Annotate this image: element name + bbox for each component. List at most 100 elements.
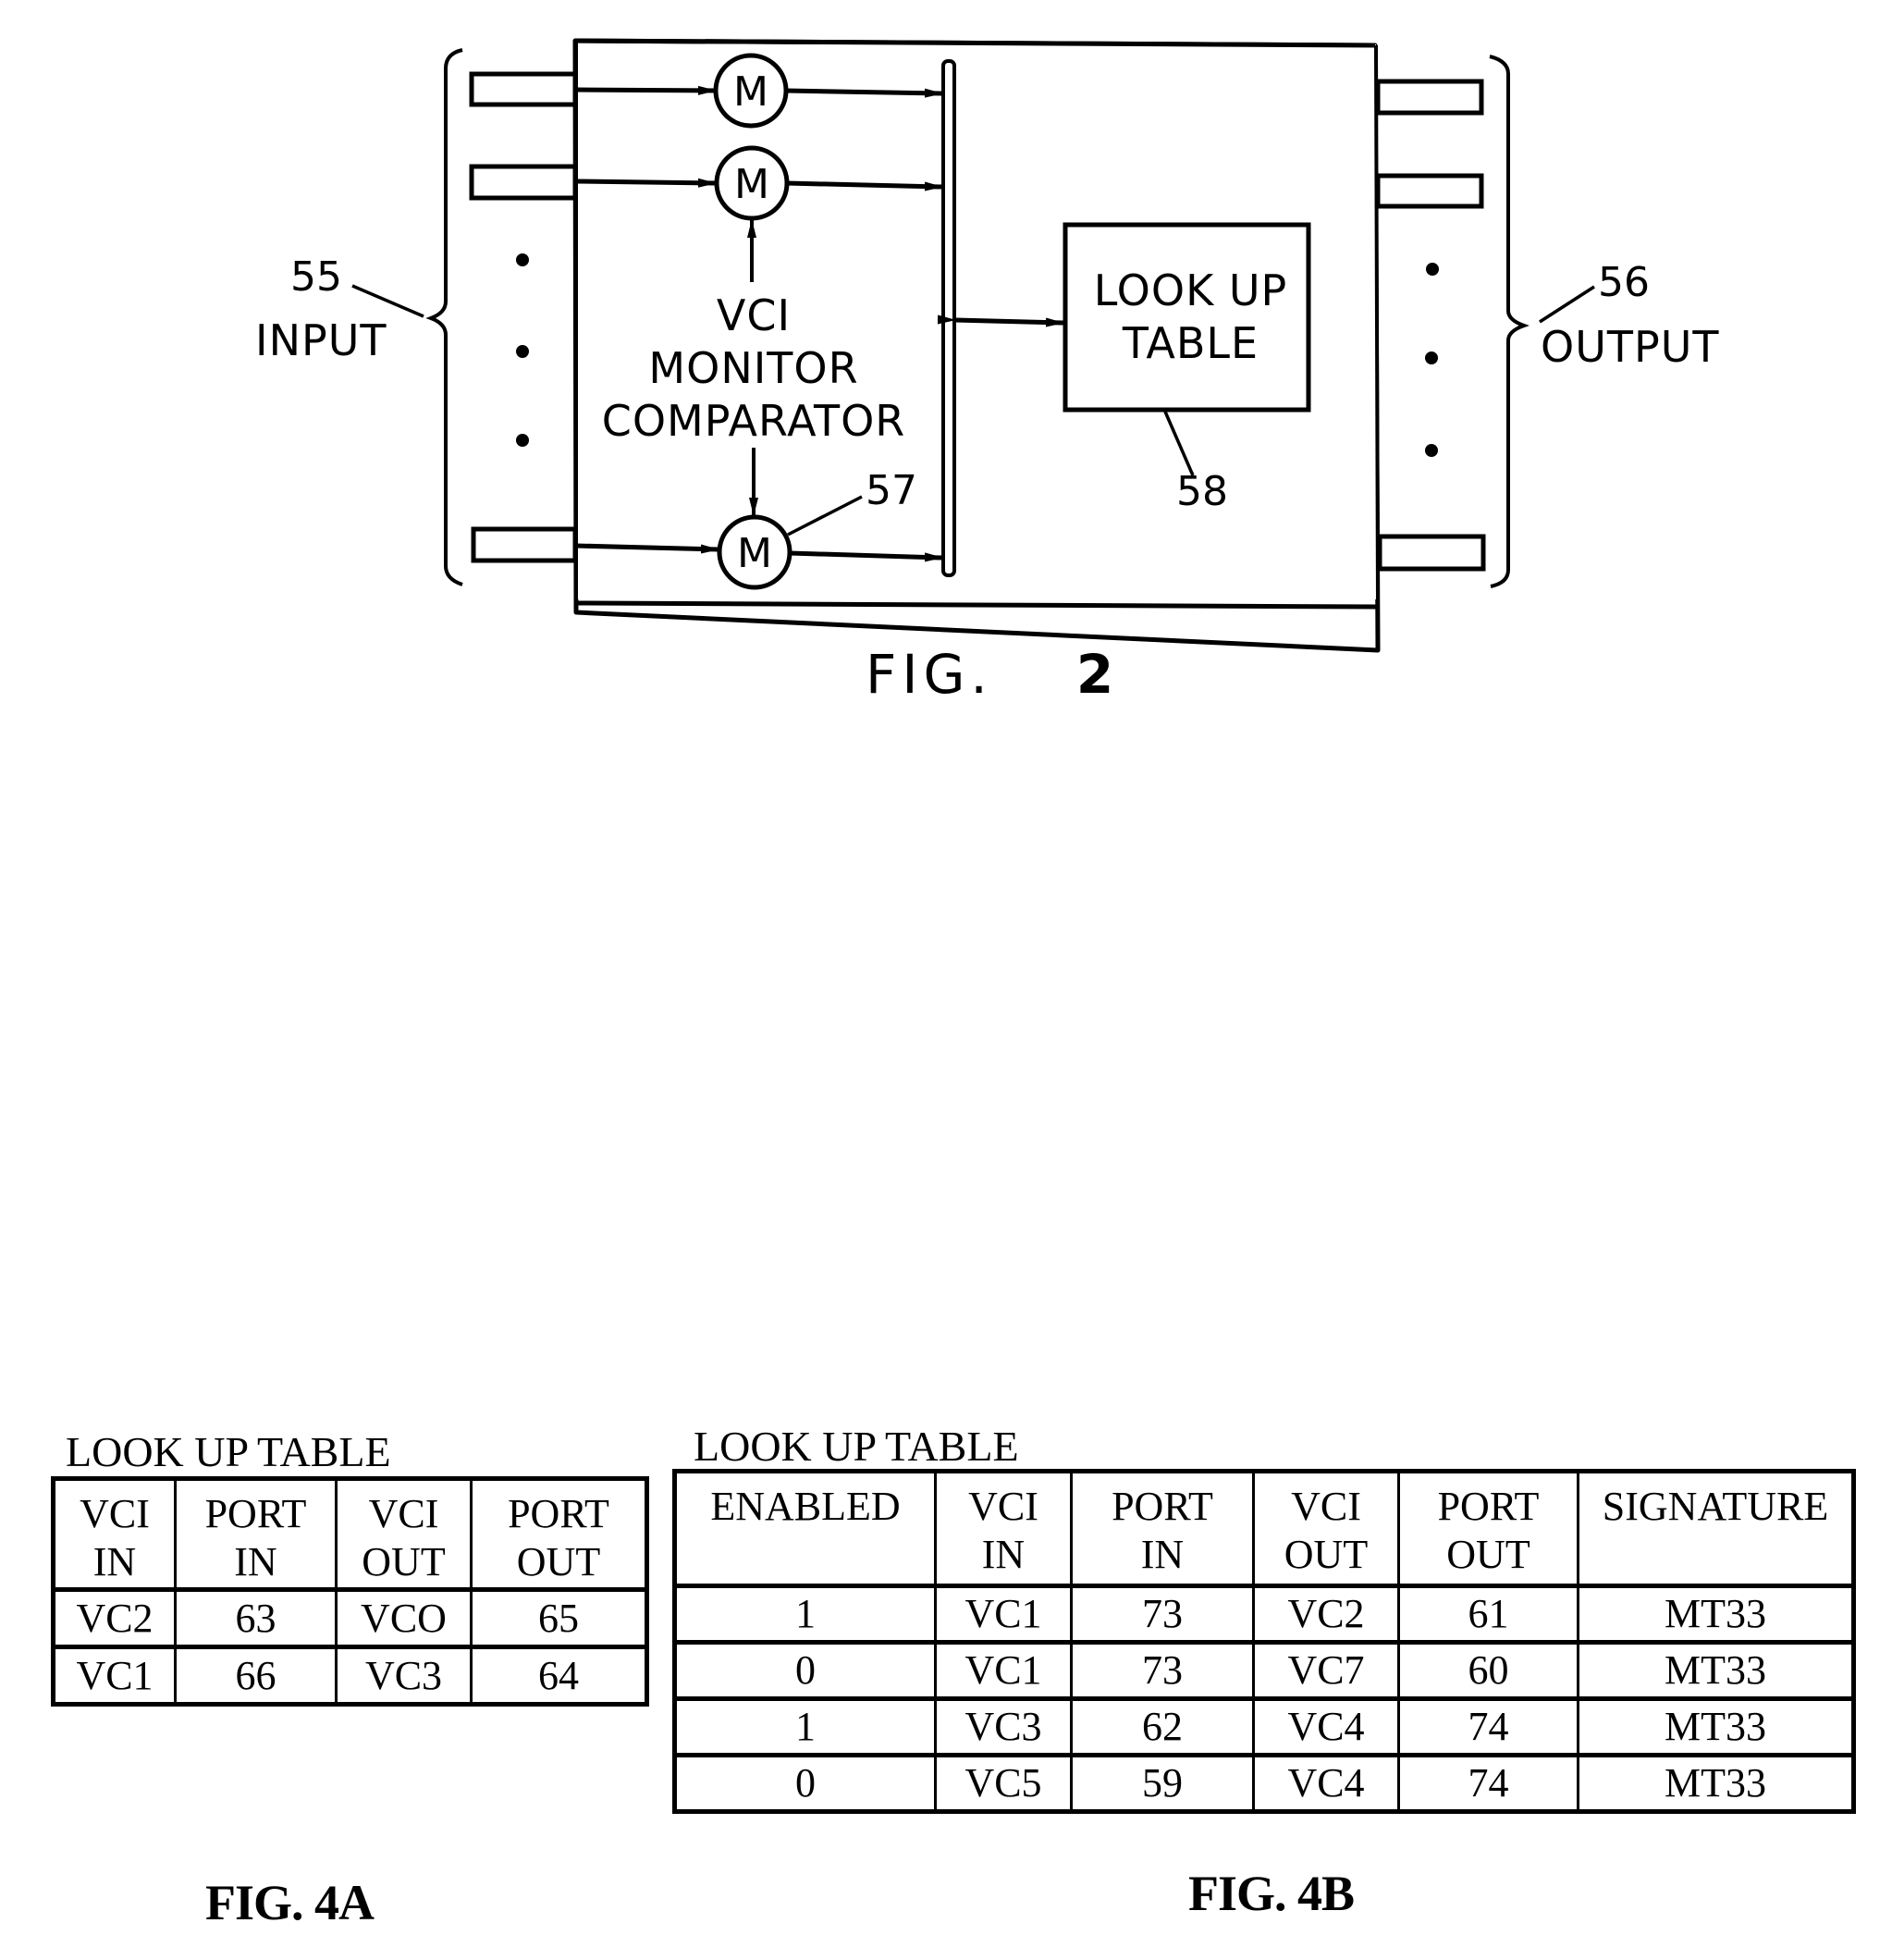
output-label: OUTPUT bbox=[1541, 322, 1720, 372]
leader-56 bbox=[1539, 285, 1595, 324]
output-ports bbox=[1375, 79, 1486, 572]
lookup-ref-number: 58 bbox=[1176, 468, 1228, 515]
table-cell: 1 bbox=[673, 1697, 937, 1757]
input-ellipsis bbox=[516, 253, 529, 447]
table-cell: MT33 bbox=[1577, 1697, 1855, 1757]
input-ref-number: 55 bbox=[290, 253, 342, 301]
switch-bus-bar bbox=[941, 59, 956, 577]
fig4b-lookup-table: ENABLED VCI IN PORT IN VCI OUT PORT OUT SIGN… bbox=[672, 1469, 1856, 1814]
column-header: VCI OUT bbox=[1252, 1470, 1400, 1587]
column-header: PORT OUT bbox=[1397, 1470, 1579, 1587]
monitor-node: M bbox=[713, 53, 789, 129]
fig4a-caption: FIG. 4A bbox=[205, 1875, 375, 1930]
table-cell: MT33 bbox=[1577, 1754, 1855, 1813]
table-cell: VC2 bbox=[1252, 1584, 1400, 1644]
table-row: 1 VC3 62 VC4 74 MT33 bbox=[673, 1697, 1855, 1757]
input-line bbox=[575, 85, 717, 95]
output-port bbox=[1375, 173, 1484, 209]
table-cell: VC1 bbox=[934, 1584, 1073, 1644]
table-cell: 60 bbox=[1397, 1641, 1579, 1700]
table-cell: MT33 bbox=[1577, 1641, 1855, 1700]
input-brace bbox=[425, 48, 463, 586]
column-header: VCI IN bbox=[52, 1477, 177, 1591]
input-port bbox=[469, 71, 578, 107]
table-cell: 74 bbox=[1397, 1754, 1579, 1813]
table-cell: VC4 bbox=[1252, 1754, 1400, 1813]
fig2-caption: FIG. 2 bbox=[866, 647, 1119, 701]
lookup-table-line: TABLE bbox=[1122, 318, 1259, 368]
table-header-row: ENABLED VCI IN PORT IN VCI OUT PORT OUT SIGN… bbox=[673, 1470, 1855, 1587]
vci-monitor-line: VCI bbox=[716, 290, 792, 340]
fig4a-table-title: LOOK UP TABLE bbox=[66, 1428, 391, 1475]
table-row: VC2 63 VCO 65 bbox=[52, 1588, 648, 1648]
table-row: VC1 66 VC3 64 bbox=[52, 1646, 648, 1706]
table-cell: VC4 bbox=[1252, 1697, 1400, 1757]
table-cell: 62 bbox=[1070, 1697, 1255, 1757]
ellipsis-dot bbox=[516, 253, 529, 266]
fig4b-caption: FIG. 4B bbox=[1188, 1866, 1355, 1921]
monitor-symbol: M bbox=[734, 161, 769, 208]
table-row: 0 VC5 59 VC4 74 MT33 bbox=[673, 1754, 1855, 1813]
output-port bbox=[1375, 79, 1484, 116]
column-header: PORT IN bbox=[1070, 1470, 1255, 1587]
table-cell: 63 bbox=[174, 1588, 338, 1648]
bus-link bbox=[768, 85, 943, 98]
table-cell: VC7 bbox=[1252, 1641, 1400, 1700]
input-port bbox=[469, 164, 578, 201]
table-cell: 61 bbox=[1397, 1584, 1579, 1644]
column-header: VCI OUT bbox=[335, 1477, 473, 1591]
monitor-ref-number: 57 bbox=[866, 467, 917, 514]
table-cell: 64 bbox=[470, 1646, 648, 1706]
lookup-link bbox=[937, 314, 1064, 327]
output-port bbox=[1377, 534, 1486, 572]
monitor-symbol: M bbox=[733, 68, 768, 116]
table-cell: VC2 bbox=[52, 1588, 177, 1648]
output-brace bbox=[1489, 55, 1530, 588]
fig4a-lookup-table: VCI IN PORT IN VCI OUT PORT OUT VC2 63 VCO 6… bbox=[51, 1476, 649, 1707]
table-cell: 73 bbox=[1070, 1584, 1255, 1644]
lookup-table-line: LOOK UP bbox=[1093, 265, 1288, 315]
ellipsis-dot bbox=[1425, 351, 1438, 364]
table-cell: 59 bbox=[1070, 1754, 1255, 1813]
table-cell: VC3 bbox=[934, 1697, 1073, 1757]
leader-55 bbox=[351, 284, 424, 318]
table-row: 0 VC1 73 VC7 60 MT33 bbox=[673, 1641, 1855, 1700]
table-cell: 0 bbox=[673, 1641, 937, 1700]
table-cell: VCO bbox=[335, 1588, 473, 1648]
output-ref-number: 56 bbox=[1598, 259, 1650, 306]
input-ports bbox=[469, 71, 578, 563]
ellipsis-dot bbox=[1426, 263, 1439, 276]
column-header: ENABLED bbox=[673, 1470, 937, 1587]
table-cell: 1 bbox=[673, 1584, 937, 1644]
ellipsis-dot bbox=[516, 345, 529, 358]
monitor-node: M bbox=[714, 145, 790, 221]
table-cell: VC1 bbox=[934, 1641, 1073, 1700]
input-port bbox=[471, 526, 578, 563]
monitor-symbol: M bbox=[737, 530, 772, 577]
lookup-table-label: LOOK UP TABLE bbox=[1073, 265, 1308, 370]
vci-monitor-comparator-label: VCI MONITOR COMPARATOR bbox=[583, 290, 925, 448]
input-label: INPUT bbox=[255, 315, 387, 365]
ellipsis-dot bbox=[516, 434, 529, 447]
table-row: 1 VC1 73 VC2 61 MT33 bbox=[673, 1584, 1855, 1644]
vci-monitor-line: MONITOR bbox=[648, 343, 859, 393]
table-cell: 66 bbox=[174, 1646, 338, 1706]
fig4b-table-title: LOOK UP TABLE bbox=[694, 1423, 1019, 1470]
table-cell: 65 bbox=[470, 1588, 648, 1648]
column-header: SIGNATURE bbox=[1577, 1470, 1855, 1587]
table-cell: 0 bbox=[673, 1754, 937, 1813]
table-header-row: VCI IN PORT IN VCI OUT PORT OUT bbox=[52, 1477, 648, 1591]
table-cell: VC1 bbox=[52, 1646, 177, 1706]
table-cell: VC5 bbox=[934, 1754, 1073, 1813]
ellipsis-dot bbox=[1425, 444, 1438, 457]
fig2-caption-prefix: FIG. bbox=[866, 643, 993, 706]
column-header: PORT OUT bbox=[470, 1477, 648, 1591]
vci-monitor-line: COMPARATOR bbox=[601, 396, 906, 446]
table-cell: 74 bbox=[1397, 1697, 1579, 1757]
input-line bbox=[575, 178, 717, 188]
table-cell: VC3 bbox=[335, 1646, 473, 1706]
column-header: PORT IN bbox=[174, 1477, 338, 1591]
monitor-node: M bbox=[717, 514, 792, 590]
table-cell: MT33 bbox=[1577, 1584, 1855, 1644]
fig2-caption-number: 2 bbox=[1075, 643, 1120, 706]
